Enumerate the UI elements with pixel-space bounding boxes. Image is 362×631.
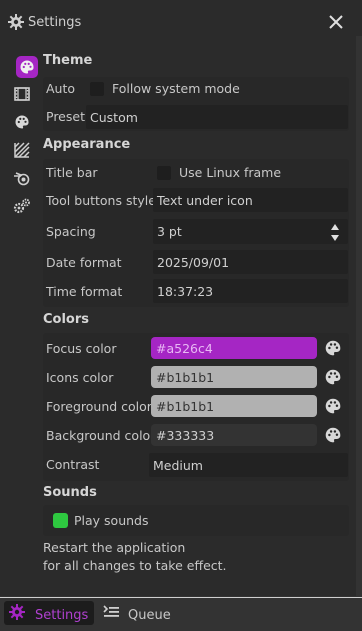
icons-color-label: Icons color <box>46 370 114 385</box>
foreground-color-value: #b1b1b1 <box>156 398 215 414</box>
tab-settings-label: Settings <box>35 608 89 623</box>
tab-queue-label[interactable]: Queue <box>128 608 171 623</box>
auto-label: Auto <box>46 81 76 96</box>
icons-color-palette-icon[interactable] <box>324 368 342 386</box>
colors-section-title: Colors <box>43 312 90 327</box>
icons-color-swatch[interactable]: #b1b1b1 <box>151 366 317 388</box>
theme-section-title: Theme <box>43 53 93 68</box>
spin-down-icon[interactable] <box>331 235 339 241</box>
icons-color-value: #b1b1b1 <box>156 369 215 385</box>
date-format-input[interactable]: 2025/09/01 <box>153 250 348 274</box>
spacing-label: Spacing <box>46 224 96 239</box>
tab-queue-icon[interactable] <box>102 604 120 620</box>
background-color-swatch[interactable]: #333333 <box>151 424 317 446</box>
play-sounds-label: Play sounds <box>74 513 149 528</box>
background-color-palette-icon[interactable] <box>324 426 342 444</box>
preset-value: Custom <box>90 109 138 125</box>
settings-gear-icon <box>8 14 24 30</box>
sidebar-palette-icon[interactable] <box>12 112 32 132</box>
follow-system-label: Follow system mode <box>112 81 240 96</box>
tab-settings-gear-icon <box>9 604 25 620</box>
contrast-select[interactable]: Medium <box>149 453 348 477</box>
tool-buttons-style-value: Text under icon <box>157 192 253 208</box>
appearance-section-title: Appearance <box>43 137 131 152</box>
time-format-label: Time format <box>46 284 123 299</box>
use-linux-frame-label: Use Linux frame <box>179 165 282 180</box>
title-bar-label: Title bar <box>46 165 98 180</box>
sidebar-texture-icon[interactable] <box>12 140 32 160</box>
time-format-input[interactable]: 18:37:23 <box>153 279 348 303</box>
preset-label: Preset <box>46 109 85 124</box>
settings-sidebar <box>0 36 40 596</box>
foreground-color-palette-icon[interactable] <box>324 397 342 415</box>
tool-buttons-style-label: Tool buttons style <box>46 193 156 208</box>
sidebar-gears-icon[interactable] <box>12 196 32 216</box>
date-format-value: 2025/09/01 <box>157 254 230 270</box>
tool-buttons-style-select[interactable]: Text under icon <box>153 188 348 212</box>
foreground-color-label: Foreground color <box>46 399 152 414</box>
preset-select[interactable]: Custom <box>86 105 348 129</box>
background-color-label: Background color <box>46 428 156 443</box>
time-format-value: 18:37:23 <box>157 283 214 299</box>
sidebar-theme-palette-icon[interactable] <box>16 56 38 78</box>
close-icon[interactable] <box>328 14 344 30</box>
use-linux-frame-checkbox[interactable] <box>157 166 171 180</box>
window-title: Settings <box>28 15 82 30</box>
sounds-section-title: Sounds <box>43 485 97 500</box>
background-color-value: #333333 <box>156 427 215 443</box>
sidebar-film-icon[interactable] <box>12 84 32 104</box>
focus-color-label: Focus color <box>46 341 117 356</box>
restart-notice-line2: for all changes to take effect. <box>43 558 227 573</box>
foreground-color-swatch[interactable]: #b1b1b1 <box>151 395 317 417</box>
focus-color-value: #a526c4 <box>156 340 213 356</box>
sidebar-blender-icon[interactable] <box>12 168 32 188</box>
spin-up-icon[interactable] <box>331 224 339 230</box>
restart-notice-line1: Restart the application <box>43 540 186 555</box>
title-bar: Settings <box>0 0 362 36</box>
follow-system-checkbox[interactable] <box>90 82 104 96</box>
focus-color-swatch[interactable]: #a526c4 <box>151 337 317 359</box>
focus-color-palette-icon[interactable] <box>324 339 342 357</box>
contrast-label: Contrast <box>46 457 100 472</box>
date-format-label: Date format <box>46 255 122 270</box>
spacing-value: 3 pt <box>157 224 182 239</box>
contrast-value: Medium <box>153 457 203 473</box>
spacing-spinbox[interactable]: 3 pt <box>153 219 348 244</box>
play-sounds-checkbox[interactable] <box>53 513 68 528</box>
